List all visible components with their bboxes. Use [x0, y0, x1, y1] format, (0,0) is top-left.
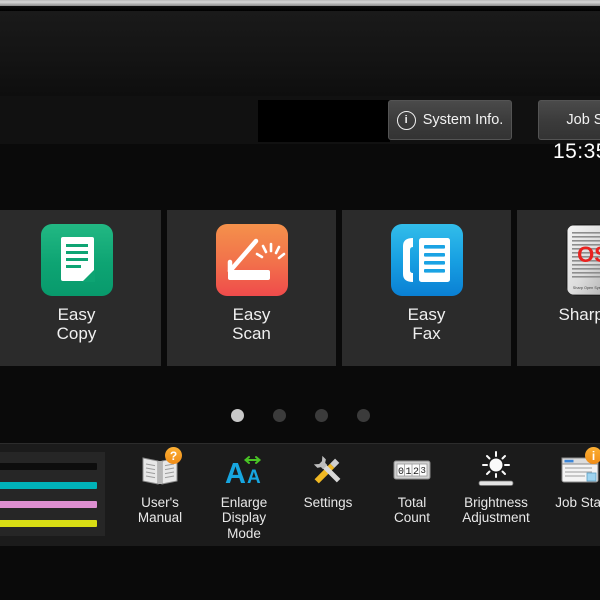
- clock-display: 15:35: [552, 140, 600, 163]
- svg-text:OSA: OSA: [577, 242, 600, 267]
- tile-easy-copy[interactable]: Easy Copy: [0, 210, 161, 366]
- tile-label: Easy Scan: [232, 305, 271, 344]
- toner-level-cyan: [0, 482, 97, 489]
- toner-level-magenta: [0, 501, 97, 508]
- bottom-item-settings[interactable]: Settings: [286, 450, 370, 541]
- svg-text:0: 0: [398, 467, 404, 478]
- easy-fax-icon: [390, 224, 463, 296]
- home-screen-tiles: Easy Copy Easy Scan Easy Fax O Sharp Ope…: [0, 210, 600, 366]
- page-dot-1[interactable]: [230, 409, 244, 422]
- settings-tools-icon: [307, 450, 349, 490]
- system-info-label: System Info.: [422, 112, 504, 128]
- mfp-touch-panel: i System Info. Job Stat 15:35 EasyCopy: [0, 0, 600, 600]
- toner-level-black: [0, 463, 97, 470]
- wrench-screwdriver-glyph: [313, 455, 341, 484]
- page-dot-2[interactable]: [272, 409, 286, 422]
- bottom-item-users-manual[interactable]: ? User's Manual: [118, 447, 202, 541]
- total-count-icon: 0 1 2 3: [391, 450, 433, 490]
- osa-caption: Sharp Open Systems Architecture: [572, 286, 600, 290]
- enlarge-display-mode-icon: A A: [223, 450, 265, 490]
- bottom-item-label: Total Count: [393, 495, 431, 526]
- help-badge: ?: [165, 447, 182, 464]
- bottom-item-label: Job Stat: [555, 495, 600, 510]
- svg-text:1: 1: [406, 467, 412, 478]
- info-circle-icon: i: [396, 110, 416, 130]
- svg-text:2: 2: [413, 467, 419, 478]
- svg-text:A: A: [225, 458, 246, 490]
- address-display-field[interactable]: [258, 100, 390, 142]
- fax-glyph: [402, 238, 450, 282]
- tile-label: Sharp OSA: [558, 305, 600, 324]
- tile-easy-fax[interactable]: Easy Fax: [342, 210, 511, 366]
- bottom-item-brightness-adjustment[interactable]: Brightness Adjustment: [454, 450, 538, 541]
- bottom-item-job-status[interactable]: i Job Stat: [538, 447, 600, 541]
- bottom-item-total-count[interactable]: 0 1 2 3 Total Count: [370, 450, 454, 541]
- big-a-small-a-glyph: A A: [225, 456, 262, 490]
- svg-text:3: 3: [421, 466, 426, 476]
- page-dot-4[interactable]: [356, 409, 370, 422]
- svg-text:A: A: [247, 467, 261, 488]
- tile-label: Easy Fax: [407, 305, 446, 344]
- bottom-item-label: Enlarge Display Mode: [220, 495, 268, 541]
- page-indicator[interactable]: [0, 409, 600, 422]
- osa-glyph: OSA: [571, 232, 600, 278]
- job-status-badge: i: [585, 447, 600, 464]
- scanner-glyph: [227, 238, 285, 280]
- system-info-button[interactable]: i System Info.: [388, 100, 512, 140]
- job-status-button[interactable]: Job Stat: [538, 100, 600, 140]
- page-dot-3[interactable]: [314, 409, 328, 422]
- tile-label: Easy Copy: [56, 305, 97, 344]
- toner-level-indicator: [0, 452, 105, 536]
- header-area: [0, 11, 600, 96]
- sun-slider-glyph: [478, 451, 514, 486]
- tile-easy-scan[interactable]: Easy Scan: [167, 210, 336, 366]
- sharp-osa-icon: OSA Sharp Open Systems Architecture: [565, 224, 600, 296]
- easy-copy-icon: [40, 224, 113, 296]
- bottom-toolbar-items: ? User'sManual A A EnlargeDisplayMode: [118, 447, 600, 541]
- brightness-adjustment-icon: [475, 450, 517, 490]
- easy-scan-icon: [215, 224, 288, 296]
- users-manual-icon: ?: [139, 447, 182, 490]
- job-status-icon: i: [559, 447, 600, 490]
- tile-sharp-osa[interactable]: OSA Sharp Open Systems Architecture Shar…: [517, 210, 600, 366]
- bottom-item-label: User's Manual: [137, 495, 183, 526]
- bottom-item-label: Brightness Adjustment: [462, 495, 530, 526]
- bottom-item-label: Settings: [303, 495, 353, 510]
- odometer-glyph: 0 1 2 3: [393, 460, 431, 480]
- bottom-item-enlarge-display-mode[interactable]: A A Enlarge Display Mode: [202, 450, 286, 541]
- job-status-label: Job Stat: [566, 112, 600, 128]
- toner-level-yellow: [0, 520, 97, 527]
